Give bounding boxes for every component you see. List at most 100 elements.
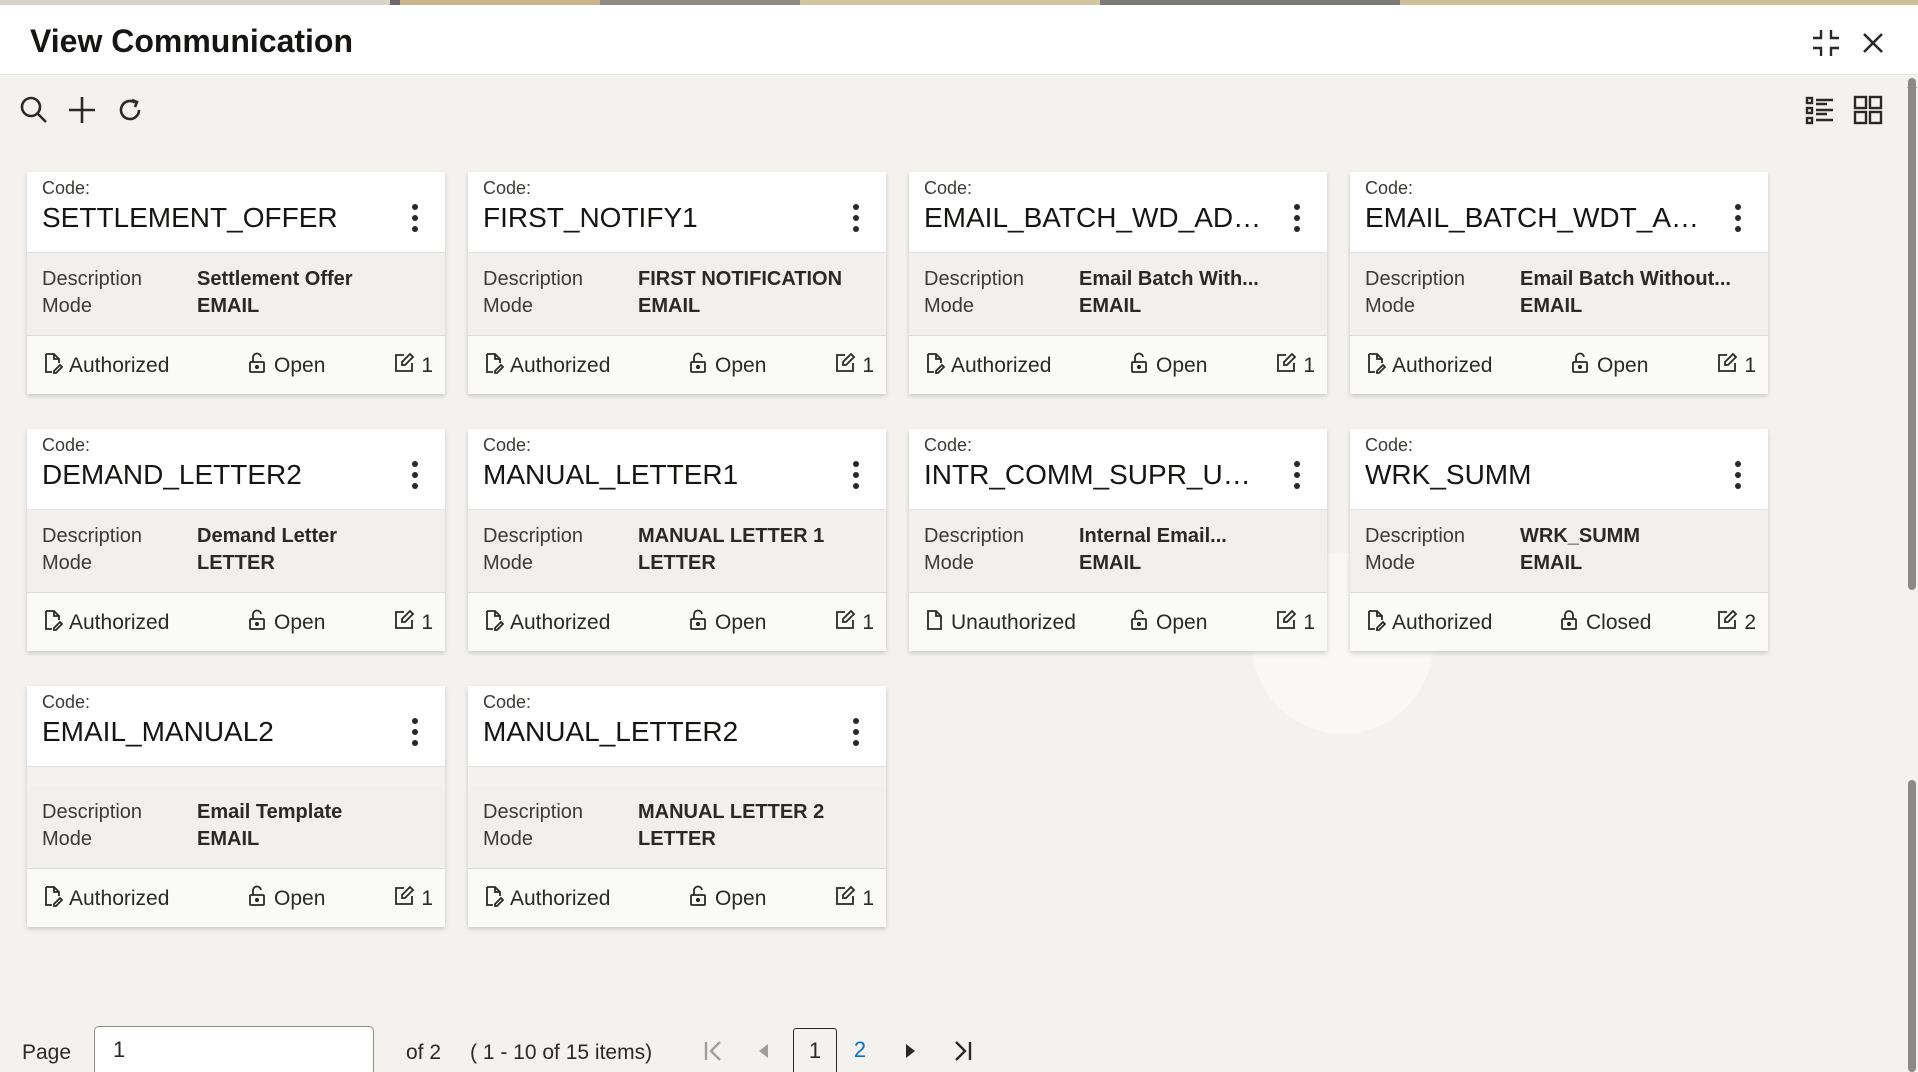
mode-label: Mode bbox=[42, 828, 93, 850]
card-body: Description Mode Demand Letter LETTER bbox=[27, 510, 445, 593]
communication-card[interactable]: Code: MANUAL_LETTER1 Description Mode MANUAL… bbox=[468, 429, 886, 651]
card-body: Description Mode MANUAL LETTER 2 LETTER bbox=[468, 786, 886, 869]
authorization-status-text: Authorized bbox=[69, 887, 170, 910]
communication-card[interactable]: Code: EMAIL_MANUAL2 Description Mode Email T… bbox=[27, 686, 445, 927]
scrollbar-thumb[interactable] bbox=[1908, 78, 1916, 590]
unlock-icon bbox=[1569, 352, 1591, 380]
refresh-icon[interactable] bbox=[112, 92, 148, 128]
unlock-icon bbox=[1128, 609, 1150, 637]
add-icon[interactable] bbox=[64, 92, 100, 128]
edit-icon bbox=[834, 352, 856, 380]
version-number: 1 bbox=[1744, 354, 1756, 377]
more-actions-icon[interactable] bbox=[1285, 457, 1309, 493]
record-status: Open bbox=[1569, 352, 1648, 380]
last-page-icon[interactable] bbox=[944, 1030, 980, 1072]
card-body: Description Mode Email Template EMAIL bbox=[27, 786, 445, 869]
mode-value: LETTER bbox=[638, 552, 716, 574]
version-number: 1 bbox=[862, 611, 874, 634]
communication-card[interactable]: Code: MANUAL_LETTER2 Description Mode MANUAL… bbox=[468, 686, 886, 927]
version-count: 1 bbox=[834, 352, 874, 380]
communication-card[interactable]: Code: SETTLEMENT_OFFER Description Mode Sett… bbox=[27, 172, 445, 394]
version-count: 1 bbox=[393, 885, 433, 913]
communication-card[interactable]: Code: DEMAND_LETTER2 Description Mode Demand… bbox=[27, 429, 445, 651]
more-actions-icon[interactable] bbox=[1726, 200, 1750, 236]
code-label: Code: bbox=[924, 435, 973, 455]
record-status: Open bbox=[687, 352, 766, 380]
more-actions-icon[interactable] bbox=[844, 457, 868, 493]
card-footer: Authorized Open 1 bbox=[1350, 336, 1768, 394]
authorization-status: Unauthorized bbox=[923, 609, 1076, 637]
card-header: Code: MANUAL_LETTER1 bbox=[468, 429, 886, 510]
description-label: Description bbox=[924, 525, 1025, 547]
unlock-icon bbox=[246, 885, 268, 913]
code-value: EMAIL_BATCH_WD_ADVC bbox=[924, 202, 1269, 233]
code-value: SETTLEMENT_OFFER bbox=[42, 202, 338, 233]
code-value: WRK_SUMM bbox=[1365, 459, 1532, 490]
code-label: Code: bbox=[1365, 178, 1414, 198]
communication-card[interactable]: Code: FIRST_NOTIFY1 Description Mode FIRST N… bbox=[468, 172, 886, 394]
previous-page-icon[interactable] bbox=[746, 1030, 782, 1072]
edit-icon bbox=[393, 609, 415, 637]
card-view-icon[interactable] bbox=[1850, 92, 1886, 128]
code-value: DEMAND_LETTER2 bbox=[42, 459, 302, 490]
version-number: 1 bbox=[421, 887, 433, 910]
card-body: Description Mode FIRST NOTIFICATION EMAIL bbox=[468, 253, 886, 336]
more-actions-icon[interactable] bbox=[844, 200, 868, 236]
close-icon[interactable] bbox=[1855, 25, 1891, 61]
card-header: Code: MANUAL_LETTER2 bbox=[468, 686, 886, 767]
collapse-icon[interactable] bbox=[1808, 25, 1844, 61]
description-value: MANUAL LETTER 1 bbox=[638, 525, 825, 547]
page-button-2-label: 2 bbox=[853, 1037, 867, 1062]
first-page-icon[interactable] bbox=[696, 1030, 732, 1072]
more-actions-icon[interactable] bbox=[1726, 457, 1750, 493]
card-header: Code: EMAIL_MANUAL2 bbox=[27, 686, 445, 767]
record-status: Open bbox=[1128, 352, 1207, 380]
more-actions-icon[interactable] bbox=[403, 457, 427, 493]
description-label: Description bbox=[42, 525, 143, 547]
authorization-status: Authorized bbox=[41, 352, 169, 380]
page-button-1-label: 1 bbox=[808, 1037, 822, 1063]
communication-card[interactable]: Code: WRK_SUMM Description Mode WRK_SUMM EMAI… bbox=[1350, 429, 1768, 651]
version-count: 1 bbox=[1716, 352, 1756, 380]
version-number: 1 bbox=[862, 354, 874, 377]
card-footer: Authorized Open 1 bbox=[27, 336, 445, 394]
mode-label: Mode bbox=[42, 552, 93, 574]
next-page-icon[interactable] bbox=[892, 1030, 928, 1072]
card-header: Code: EMAIL_BATCH_WD_ADVC bbox=[909, 172, 1327, 253]
authorization-status: Authorized bbox=[482, 352, 610, 380]
mode-label: Mode bbox=[42, 295, 93, 317]
list-view-icon[interactable] bbox=[1802, 92, 1838, 128]
version-count: 1 bbox=[834, 609, 874, 637]
authorized-document-icon bbox=[1364, 609, 1386, 637]
more-actions-icon[interactable] bbox=[1285, 200, 1309, 236]
record-status-text: Open bbox=[1156, 354, 1208, 377]
description-label: Description bbox=[42, 268, 143, 290]
document-icon bbox=[923, 609, 945, 637]
code-label: Code: bbox=[483, 692, 532, 712]
card-header: Code: FIRST_NOTIFY1 bbox=[468, 172, 886, 253]
more-actions-icon[interactable] bbox=[403, 714, 427, 750]
edit-icon bbox=[1275, 352, 1297, 380]
communication-card[interactable]: Code: EMAIL_BATCH_WDT_ADVC Description Mode… bbox=[1350, 172, 1768, 394]
code-label: Code: bbox=[42, 178, 91, 198]
page-button-2[interactable]: 2 bbox=[838, 1028, 882, 1072]
authorized-document-icon bbox=[41, 352, 63, 380]
dialog-header: View Communication bbox=[0, 5, 1918, 75]
search-icon[interactable] bbox=[16, 92, 52, 128]
communication-card[interactable]: Code: EMAIL_BATCH_WD_ADVC Description Mode E… bbox=[909, 172, 1327, 394]
page-number-input[interactable] bbox=[94, 1026, 374, 1072]
more-actions-icon[interactable] bbox=[844, 714, 868, 750]
page-button-1[interactable]: 1 bbox=[793, 1028, 837, 1072]
record-status: Open bbox=[1128, 609, 1207, 637]
description-value: Email Batch With... bbox=[1079, 268, 1259, 290]
card-footer: Authorized Closed 2 bbox=[1350, 593, 1768, 651]
edit-icon bbox=[1716, 609, 1738, 637]
record-status-text: Open bbox=[274, 354, 326, 377]
unlock-icon bbox=[687, 885, 709, 913]
record-status-text: Open bbox=[715, 611, 767, 634]
more-actions-icon[interactable] bbox=[403, 200, 427, 236]
authorized-document-icon bbox=[41, 885, 63, 913]
authorization-status: Authorized bbox=[1364, 352, 1492, 380]
description-value: Internal Email... bbox=[1079, 525, 1227, 547]
communication-card[interactable]: Code: INTR_COMM_SUPR_USR_... Description Mo… bbox=[909, 429, 1327, 651]
